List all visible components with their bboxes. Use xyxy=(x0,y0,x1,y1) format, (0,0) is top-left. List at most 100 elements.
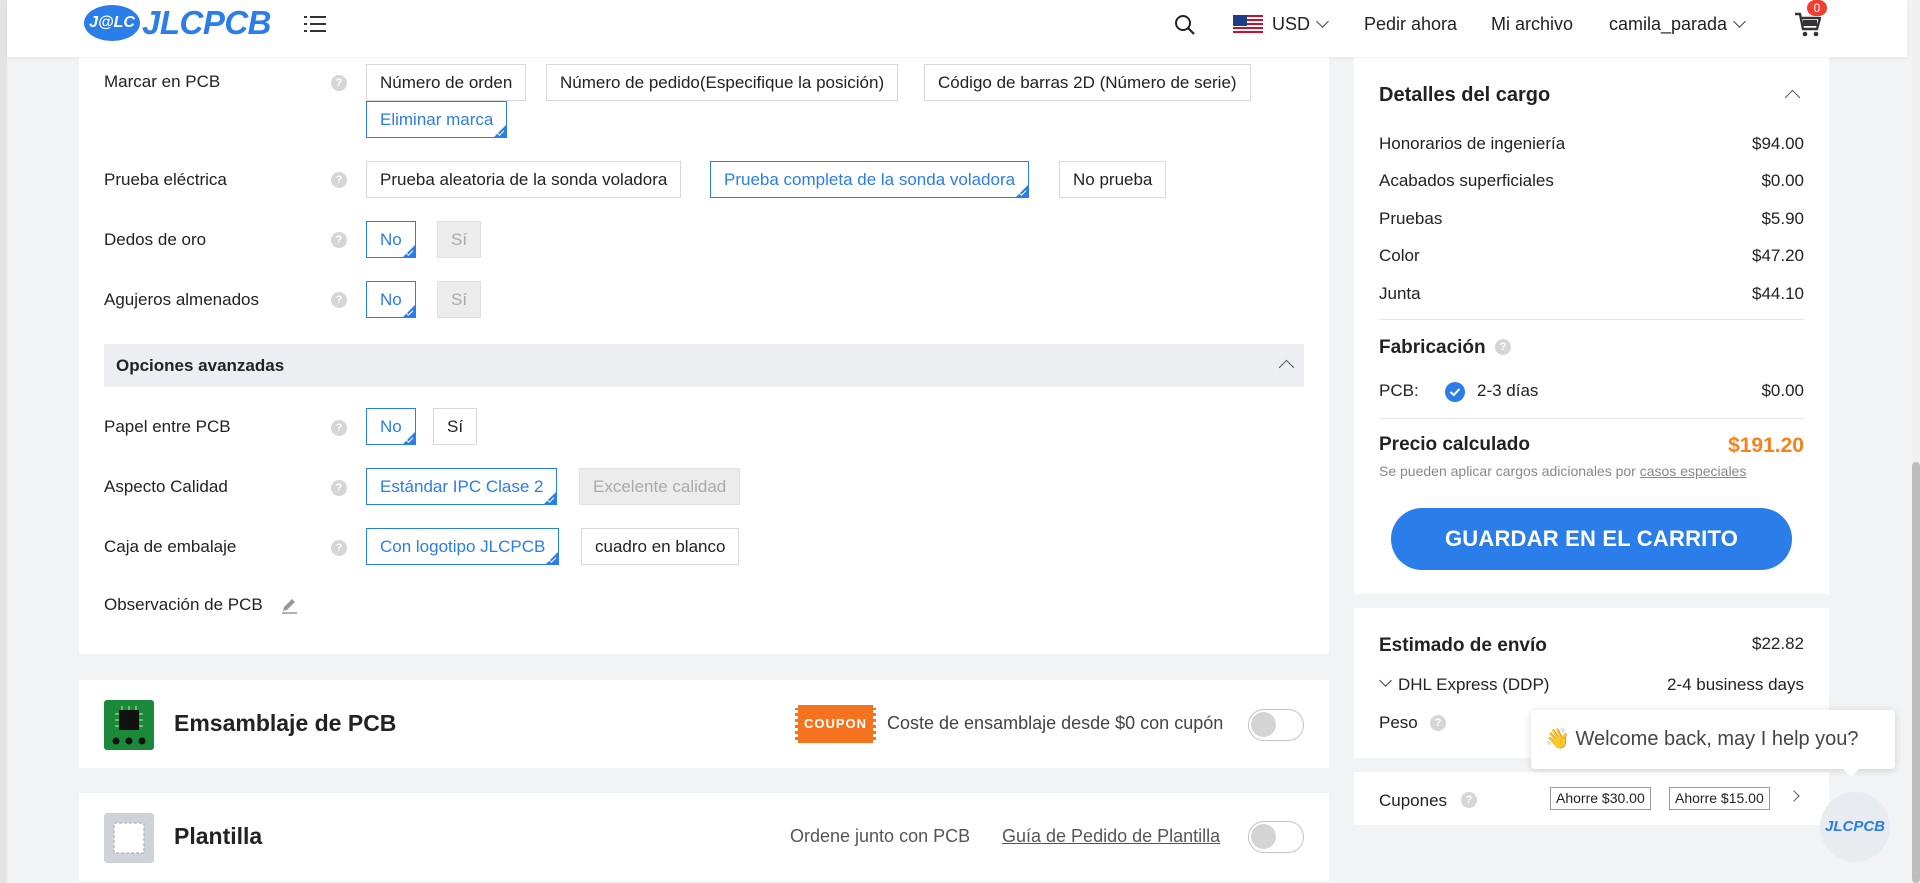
currency-selector[interactable]: USD xyxy=(1272,14,1329,35)
gold-fingers-label: Dedos de oro xyxy=(104,230,207,249)
mark-order-number-option[interactable]: Número de orden xyxy=(366,64,527,101)
charge-label: Junta xyxy=(1379,284,1421,303)
assembly-toggle[interactable] xyxy=(1248,709,1304,741)
charge-details-title: Detalles del cargo xyxy=(1379,84,1551,106)
charge-value: $44.10 xyxy=(1752,284,1804,303)
order-now-link[interactable]: Pedir ahora xyxy=(1364,14,1457,35)
coupon-tag[interactable]: Ahorre $30.00 xyxy=(1550,787,1651,810)
charge-label: Acabados superficiales xyxy=(1379,171,1554,190)
charge-row-tests: Pruebas $5.90 xyxy=(1379,209,1804,229)
extra-charges-note: Se pueden aplicar cargos adicionales por… xyxy=(1379,463,1746,479)
charge-row-color: Color $47.20 xyxy=(1379,246,1804,266)
help-icon[interactable]: ? xyxy=(1430,715,1446,731)
currency-label: USD xyxy=(1272,14,1311,34)
page-scrollbar-thumb[interactable] xyxy=(1912,462,1920,883)
help-icon[interactable]: ? xyxy=(331,232,347,248)
cart-count-badge: 0 xyxy=(1807,0,1827,16)
special-cases-link[interactable]: casos especiales xyxy=(1640,463,1747,479)
advanced-options-title: Opciones avanzadas xyxy=(116,356,285,375)
remove-mark-option[interactable]: Eliminar marca xyxy=(366,101,508,138)
random-flying-probe-option[interactable]: Prueba aleatoria de la sonda voladora xyxy=(366,161,682,198)
castellated-yes-option[interactable]: Sí xyxy=(437,281,482,318)
pcb-assembly-icon xyxy=(104,700,154,750)
chevron-down-icon xyxy=(1316,15,1329,28)
user-menu[interactable]: camila_parada xyxy=(1609,14,1746,35)
castellated-no-option[interactable]: No xyxy=(366,281,416,318)
charge-row-engineering: Honorarios de ingeniería $94.00 xyxy=(1379,134,1804,154)
shipping-method-row[interactable]: DHL Express (DDP) 2-4 business days xyxy=(1379,674,1804,695)
excellent-quality-option[interactable]: Excelente calidad xyxy=(579,468,741,505)
my-files-link[interactable]: Mi archivo xyxy=(1491,14,1573,35)
pcb-assembly-title: Emsamblaje de PCB xyxy=(174,710,397,736)
stencil-icon xyxy=(104,813,154,863)
shipping-value: $22.82 xyxy=(1752,634,1804,653)
help-icon[interactable]: ? xyxy=(1495,339,1511,355)
paper-between-label: Papel entre PCB xyxy=(104,417,231,436)
edit-pencil-icon[interactable] xyxy=(280,596,298,614)
extra-charges-text: Se pueden aplicar cargos adicionales por xyxy=(1379,463,1636,479)
logo-badge: J@LC xyxy=(84,5,140,41)
castellated-holes-label: Agujeros almenados xyxy=(104,290,259,309)
mark-pcb-label: Marcar en PCB xyxy=(104,72,221,91)
check-circle-icon[interactable] xyxy=(1445,382,1465,402)
paper-yes-option[interactable]: Sí xyxy=(433,408,478,445)
chat-launcher-button[interactable]: JLCPCB xyxy=(1820,792,1890,862)
chevron-down-icon xyxy=(1733,15,1746,28)
search-icon[interactable] xyxy=(1174,14,1196,36)
coupons-label: Cupones xyxy=(1379,791,1448,810)
fabrication-title: Fabricación xyxy=(1379,337,1486,358)
pcb-days: 2-3 días xyxy=(1477,381,1539,400)
stencil-guide-link[interactable]: Guía de Pedido de Plantilla xyxy=(1002,826,1220,847)
pcb-value: $0.00 xyxy=(1761,381,1804,400)
shipping-time: 2-4 business days xyxy=(1666,675,1804,694)
blank-box-option[interactable]: cuadro en blanco xyxy=(581,528,740,565)
help-icon[interactable]: ? xyxy=(331,480,347,496)
gold-fingers-yes-option[interactable]: Sí xyxy=(437,221,482,258)
shipping-method: DHL Express (DDP) xyxy=(1398,675,1550,694)
charge-value: $5.90 xyxy=(1761,209,1804,228)
help-icon[interactable]: ? xyxy=(331,540,347,556)
pcb-remark-label: Observación de PCB xyxy=(104,595,263,614)
quality-label: Aspecto Calidad xyxy=(104,477,228,496)
gold-fingers-no-option[interactable]: No xyxy=(366,221,416,258)
chevron-down-icon xyxy=(1379,674,1392,687)
mark-2d-barcode-option[interactable]: Código de barras 2D (Número de serie) xyxy=(924,64,1251,101)
stencil-toggle[interactable] xyxy=(1248,821,1304,853)
full-flying-probe-option[interactable]: Prueba completa de la sonda voladora xyxy=(710,161,1030,198)
charge-value: $94.00 xyxy=(1752,134,1804,153)
help-icon[interactable]: ? xyxy=(331,420,347,436)
advanced-options-toggle[interactable]: Opciones avanzadas xyxy=(104,344,1304,387)
window-edge xyxy=(0,0,7,883)
mark-order-position-option[interactable]: Número de pedido(Especifique la posición… xyxy=(546,64,899,101)
jlcpcb-logo[interactable]: J@LC JLCPCB xyxy=(84,4,272,42)
charge-label: Honorarios de ingeniería xyxy=(1379,134,1566,153)
help-icon[interactable]: ? xyxy=(1461,792,1477,808)
packaging-label: Caja de embalaje xyxy=(104,537,237,556)
calculated-price-label: Precio calculado xyxy=(1379,434,1531,455)
jlcpcb-logo-box-option[interactable]: Con logotipo JLCPCB xyxy=(366,528,560,565)
help-icon[interactable]: ? xyxy=(331,75,347,91)
order-with-pcb-text: Ordene junto con PCB xyxy=(790,826,971,846)
help-icon[interactable]: ? xyxy=(331,292,347,308)
charge-label: Pruebas xyxy=(1379,209,1443,228)
pcb-label: PCB: xyxy=(1379,381,1419,400)
chat-welcome-bubble[interactable]: 👋 Welcome back, may I help you? xyxy=(1531,710,1895,777)
top-header: J@LC JLCPCB USD Pedir ahora Mi archivo c… xyxy=(7,0,1907,57)
charge-value: $0.00 xyxy=(1761,171,1804,190)
help-icon[interactable]: ? xyxy=(331,172,347,188)
paper-no-option[interactable]: No xyxy=(366,408,416,445)
logo-text: JLCPCB xyxy=(142,4,272,41)
assembly-coupon-text: Coste de ensamblaje desde $0 con cupón xyxy=(887,713,1224,733)
save-to-cart-button[interactable]: GUARDAR EN EL CARRITO xyxy=(1391,508,1792,570)
no-test-option[interactable]: No prueba xyxy=(1059,161,1167,198)
ipc-class2-option[interactable]: Estándar IPC Clase 2 xyxy=(366,468,558,505)
divider xyxy=(1379,319,1804,320)
pcb-lead-time-row: PCB: 2-3 días $0.00 xyxy=(1379,381,1804,402)
divider xyxy=(1379,418,1804,419)
username: camila_parada xyxy=(1609,14,1728,34)
coupon-badge: COUPON xyxy=(795,705,876,743)
charge-row-panel: Junta $44.10 xyxy=(1379,284,1804,304)
menu-icon[interactable] xyxy=(304,14,326,34)
electrical-test-label: Prueba eléctrica xyxy=(104,170,227,189)
coupon-tag[interactable]: Ahorre $15.00 xyxy=(1669,787,1770,810)
